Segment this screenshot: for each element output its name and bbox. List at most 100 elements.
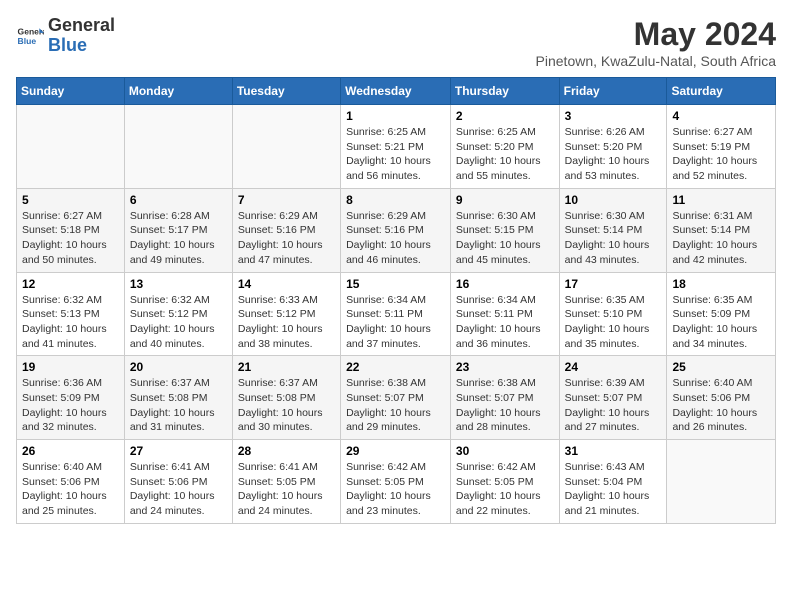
day-number: 19 bbox=[22, 360, 119, 374]
day-number: 12 bbox=[22, 277, 119, 291]
day-info: Sunrise: 6:30 AMSunset: 5:14 PMDaylight:… bbox=[565, 209, 662, 268]
day-number: 29 bbox=[346, 444, 445, 458]
day-info: Sunrise: 6:40 AMSunset: 5:06 PMDaylight:… bbox=[22, 460, 119, 519]
day-cell: 29 Sunrise: 6:42 AMSunset: 5:05 PMDayligh… bbox=[341, 440, 451, 524]
logo-icon: General Blue bbox=[16, 22, 44, 50]
day-cell: 31 Sunrise: 6:43 AMSunset: 5:04 PMDayligh… bbox=[559, 440, 667, 524]
day-info: Sunrise: 6:37 AMSunset: 5:08 PMDaylight:… bbox=[238, 376, 335, 435]
calendar-header-row: SundayMondayTuesdayWednesdayThursdayFrid… bbox=[17, 78, 776, 105]
day-cell: 23Sunrise: 6:38 AMSunset: 5:07 PMDayligh… bbox=[450, 356, 559, 440]
day-number: 24 bbox=[565, 360, 662, 374]
subtitle: Pinetown, KwaZulu-Natal, South Africa bbox=[536, 53, 776, 69]
header-sunday: Sunday bbox=[17, 78, 125, 105]
day-info: Sunrise: 6:32 AMSunset: 5:12 PMDaylight:… bbox=[130, 293, 227, 352]
day-info: Sunrise: 6:41 AMSunset: 5:05 PMDaylight:… bbox=[238, 460, 335, 519]
day-info: Sunrise: 6:25 AMSunset: 5:21 PMDaylight:… bbox=[346, 125, 445, 184]
day-cell: 11 Sunrise: 6:31 AMSunset: 5:14 PMDayligh… bbox=[667, 188, 776, 272]
day-cell: 12 Sunrise: 6:32 AMSunset: 5:13 PMDayligh… bbox=[17, 272, 125, 356]
day-number: 28 bbox=[238, 444, 335, 458]
day-info: Sunrise: 6:36 AMSunset: 5:09 PMDaylight:… bbox=[22, 376, 119, 435]
day-number: 13 bbox=[130, 277, 227, 291]
day-cell: 19 Sunrise: 6:36 AMSunset: 5:09 PMDayligh… bbox=[17, 356, 125, 440]
week-row-2: 5 Sunrise: 6:27 AMSunset: 5:18 PMDaylight… bbox=[17, 188, 776, 272]
header-wednesday: Wednesday bbox=[341, 78, 451, 105]
day-info: Sunrise: 6:33 AMSunset: 5:12 PMDaylight:… bbox=[238, 293, 335, 352]
day-number: 5 bbox=[22, 193, 119, 207]
day-number: 21 bbox=[238, 360, 335, 374]
day-info: Sunrise: 6:43 AMSunset: 5:04 PMDaylight:… bbox=[565, 460, 662, 519]
svg-text:Blue: Blue bbox=[18, 36, 37, 46]
day-cell: 6Sunrise: 6:28 AMSunset: 5:17 PMDaylight… bbox=[124, 188, 232, 272]
day-cell: 14Sunrise: 6:33 AMSunset: 5:12 PMDayligh… bbox=[232, 272, 340, 356]
header-friday: Friday bbox=[559, 78, 667, 105]
day-number: 25 bbox=[672, 360, 770, 374]
day-cell: 26 Sunrise: 6:40 AMSunset: 5:06 PMDayligh… bbox=[17, 440, 125, 524]
header-thursday: Thursday bbox=[450, 78, 559, 105]
day-info: Sunrise: 6:25 AMSunset: 5:20 PMDaylight:… bbox=[456, 125, 554, 184]
day-cell: 22Sunrise: 6:38 AMSunset: 5:07 PMDayligh… bbox=[341, 356, 451, 440]
main-title: May 2024 bbox=[536, 16, 776, 53]
day-cell: 16 Sunrise: 6:34 AMSunset: 5:11 PMDayligh… bbox=[450, 272, 559, 356]
day-info: Sunrise: 6:35 AMSunset: 5:09 PMDaylight:… bbox=[672, 293, 770, 352]
day-info: Sunrise: 6:35 AMSunset: 5:10 PMDaylight:… bbox=[565, 293, 662, 352]
day-cell: 1 Sunrise: 6:25 AMSunset: 5:21 PMDaylight… bbox=[341, 105, 451, 189]
day-cell: 8 Sunrise: 6:29 AMSunset: 5:16 PMDaylight… bbox=[341, 188, 451, 272]
day-number: 27 bbox=[130, 444, 227, 458]
day-cell: 18 Sunrise: 6:35 AMSunset: 5:09 PMDayligh… bbox=[667, 272, 776, 356]
day-number: 26 bbox=[22, 444, 119, 458]
day-cell: 17 Sunrise: 6:35 AMSunset: 5:10 PMDayligh… bbox=[559, 272, 667, 356]
day-number: 15 bbox=[346, 277, 445, 291]
day-info: Sunrise: 6:42 AMSunset: 5:05 PMDaylight:… bbox=[346, 460, 445, 519]
day-cell: 13 Sunrise: 6:32 AMSunset: 5:12 PMDayligh… bbox=[124, 272, 232, 356]
day-info: Sunrise: 6:29 AMSunset: 5:16 PMDaylight:… bbox=[346, 209, 445, 268]
day-number: 8 bbox=[346, 193, 445, 207]
day-number: 30 bbox=[456, 444, 554, 458]
day-cell bbox=[124, 105, 232, 189]
day-info: Sunrise: 6:37 AMSunset: 5:08 PMDaylight:… bbox=[130, 376, 227, 435]
day-number: 22 bbox=[346, 360, 445, 374]
day-cell bbox=[17, 105, 125, 189]
day-number: 16 bbox=[456, 277, 554, 291]
day-cell: 25 Sunrise: 6:40 AMSunset: 5:06 PMDayligh… bbox=[667, 356, 776, 440]
day-info: Sunrise: 6:27 AMSunset: 5:19 PMDaylight:… bbox=[672, 125, 770, 184]
day-info: Sunrise: 6:31 AMSunset: 5:14 PMDaylight:… bbox=[672, 209, 770, 268]
day-number: 9 bbox=[456, 193, 554, 207]
day-cell: 5 Sunrise: 6:27 AMSunset: 5:18 PMDaylight… bbox=[17, 188, 125, 272]
day-info: Sunrise: 6:30 AMSunset: 5:15 PMDaylight:… bbox=[456, 209, 554, 268]
day-cell bbox=[232, 105, 340, 189]
logo: General Blue General Blue bbox=[16, 16, 115, 56]
header-tuesday: Tuesday bbox=[232, 78, 340, 105]
day-number: 3 bbox=[565, 109, 662, 123]
day-info: Sunrise: 6:26 AMSunset: 5:20 PMDaylight:… bbox=[565, 125, 662, 184]
header-monday: Monday bbox=[124, 78, 232, 105]
day-cell: 3 Sunrise: 6:26 AMSunset: 5:20 PMDaylight… bbox=[559, 105, 667, 189]
day-info: Sunrise: 6:34 AMSunset: 5:11 PMDaylight:… bbox=[456, 293, 554, 352]
day-info: Sunrise: 6:39 AMSunset: 5:07 PMDaylight:… bbox=[565, 376, 662, 435]
day-cell: 24 Sunrise: 6:39 AMSunset: 5:07 PMDayligh… bbox=[559, 356, 667, 440]
day-info: Sunrise: 6:41 AMSunset: 5:06 PMDaylight:… bbox=[130, 460, 227, 519]
day-number: 17 bbox=[565, 277, 662, 291]
day-info: Sunrise: 6:40 AMSunset: 5:06 PMDaylight:… bbox=[672, 376, 770, 435]
day-number: 31 bbox=[565, 444, 662, 458]
week-row-5: 26 Sunrise: 6:40 AMSunset: 5:06 PMDayligh… bbox=[17, 440, 776, 524]
day-cell: 7Sunrise: 6:29 AMSunset: 5:16 PMDaylight… bbox=[232, 188, 340, 272]
day-cell: 15 Sunrise: 6:34 AMSunset: 5:11 PMDayligh… bbox=[341, 272, 451, 356]
day-number: 11 bbox=[672, 193, 770, 207]
day-number: 10 bbox=[565, 193, 662, 207]
day-info: Sunrise: 6:34 AMSunset: 5:11 PMDaylight:… bbox=[346, 293, 445, 352]
day-info: Sunrise: 6:29 AMSunset: 5:16 PMDaylight:… bbox=[238, 209, 335, 268]
calendar-body: 1 Sunrise: 6:25 AMSunset: 5:21 PMDaylight… bbox=[17, 105, 776, 524]
day-info: Sunrise: 6:27 AMSunset: 5:18 PMDaylight:… bbox=[22, 209, 119, 268]
day-cell bbox=[667, 440, 776, 524]
day-info: Sunrise: 6:32 AMSunset: 5:13 PMDaylight:… bbox=[22, 293, 119, 352]
day-number: 20 bbox=[130, 360, 227, 374]
day-cell: 2Sunrise: 6:25 AMSunset: 5:20 PMDaylight… bbox=[450, 105, 559, 189]
day-number: 1 bbox=[346, 109, 445, 123]
day-info: Sunrise: 6:28 AMSunset: 5:17 PMDaylight:… bbox=[130, 209, 227, 268]
week-row-1: 1 Sunrise: 6:25 AMSunset: 5:21 PMDaylight… bbox=[17, 105, 776, 189]
logo-text: General Blue bbox=[48, 16, 115, 56]
page-header: General Blue General Blue May 2024 Pinet… bbox=[16, 16, 776, 69]
day-number: 18 bbox=[672, 277, 770, 291]
day-cell: 30Sunrise: 6:42 AMSunset: 5:05 PMDayligh… bbox=[450, 440, 559, 524]
day-cell: 20 Sunrise: 6:37 AMSunset: 5:08 PMDayligh… bbox=[124, 356, 232, 440]
